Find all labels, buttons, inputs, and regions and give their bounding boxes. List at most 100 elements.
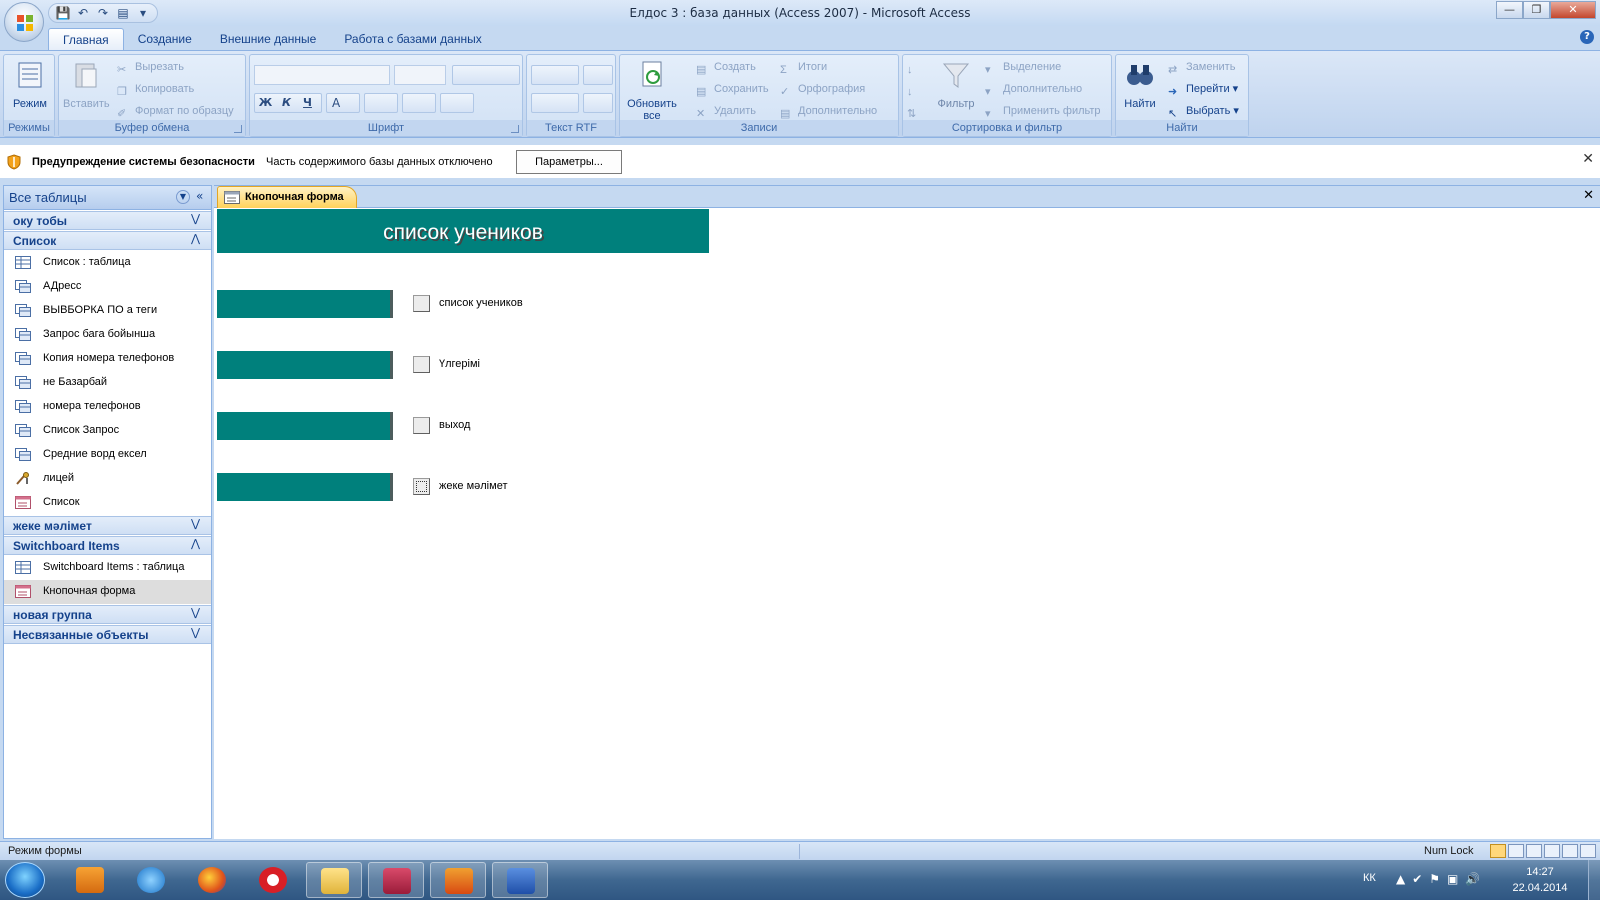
font-launcher-icon[interactable]: [511, 125, 519, 133]
start-button[interactable]: [5, 862, 45, 898]
pivot-chart-view-icon[interactable]: [1544, 844, 1560, 858]
paragraph-button[interactable]: [583, 65, 613, 85]
switchboard-button[interactable]: [413, 356, 430, 373]
alternate-fill-button[interactable]: [440, 93, 474, 113]
list-buttons[interactable]: [531, 93, 579, 113]
view-mode-button[interactable]: Режим: [7, 59, 53, 110]
clock-date[interactable]: 22.04.2014: [1510, 882, 1570, 894]
show-desktop-button[interactable]: [1588, 860, 1600, 900]
document-tab-switchboard[interactable]: Кнопочная форма: [217, 186, 357, 208]
firefox-icon[interactable]: [184, 862, 240, 898]
totals-button[interactable]: Σ Итоги: [780, 57, 827, 77]
nav-item[interactable]: ВЫВБОРКА ПО а теги: [4, 299, 211, 323]
clock-time[interactable]: 14:27: [1510, 866, 1570, 878]
font-color-button[interactable]: А: [326, 93, 360, 113]
copy-button[interactable]: ❐ Копировать: [117, 79, 194, 99]
pivot-table-view-icon[interactable]: [1526, 844, 1542, 858]
tab-external-data[interactable]: Внешние данные: [206, 28, 331, 50]
new-record-button[interactable]: ▤ Создать: [696, 57, 756, 77]
opera-icon[interactable]: [245, 862, 301, 898]
switchboard-button-label[interactable]: список учеников: [439, 297, 523, 309]
indent-buttons[interactable]: [531, 65, 579, 85]
nav-item[interactable]: Список : таблица: [4, 251, 211, 275]
layout-view-icon[interactable]: [1562, 844, 1578, 858]
access-icon[interactable]: [368, 862, 424, 898]
nav-group-spisok[interactable]: Список ⋀: [4, 231, 211, 250]
form-view-icon[interactable]: [1490, 844, 1506, 858]
kaspersky-icon[interactable]: [430, 862, 486, 898]
nav-item[interactable]: номера телефонов: [4, 395, 211, 419]
switchboard-button[interactable]: [413, 417, 430, 434]
media-player-icon[interactable]: [62, 862, 118, 898]
nav-group-oku-toby[interactable]: оку тобы ⋁: [4, 211, 211, 230]
tray-icons[interactable]: ▲✔⚑▣🔊: [1396, 872, 1487, 886]
close-icon[interactable]: ✕: [1583, 188, 1594, 203]
clear-sort-button[interactable]: ⇅: [907, 101, 925, 121]
nav-item[interactable]: Запрос бага бойынша: [4, 323, 211, 347]
word-icon[interactable]: [492, 862, 548, 898]
nav-item[interactable]: Копия номера телефонов: [4, 347, 211, 371]
nav-item[interactable]: АДресс: [4, 275, 211, 299]
save-record-button[interactable]: ▤ Сохранить: [696, 79, 769, 99]
tab-create[interactable]: Создание: [124, 28, 206, 50]
format-painter-button[interactable]: ✐ Формат по образцу: [117, 101, 234, 121]
selection-button[interactable]: ▾ Выделение: [985, 57, 1061, 77]
chevron-down-icon[interactable]: ▼: [176, 190, 190, 204]
refresh-all-button[interactable]: Обновить все: [624, 59, 680, 122]
switchboard-button-focused[interactable]: [413, 478, 430, 495]
nav-item[interactable]: Список Запрос: [4, 419, 211, 443]
explorer-folder-icon[interactable]: [306, 862, 362, 898]
sort-ascending-button[interactable]: ↓: [907, 57, 925, 77]
nav-group-zheke-malimet[interactable]: жеке мәлімет ⋁: [4, 516, 211, 535]
nav-item[interactable]: Список: [4, 491, 211, 515]
help-icon[interactable]: ?: [1580, 30, 1594, 44]
cut-button[interactable]: ✂ Вырезать: [117, 57, 184, 77]
fill-color-button[interactable]: [364, 93, 398, 113]
nav-group-unrelated-objects[interactable]: Несвязанные объекты ⋁: [4, 625, 211, 644]
collapse-pane-icon[interactable]: «: [196, 189, 203, 203]
spelling-button[interactable]: ✓ Орфография: [780, 79, 865, 99]
nav-item[interactable]: лицей: [4, 467, 211, 491]
design-view-icon[interactable]: [1580, 844, 1596, 858]
nav-item-selected[interactable]: Кнопочная форма: [4, 580, 211, 604]
nav-item[interactable]: не Базарбай: [4, 371, 211, 395]
font-name-combo[interactable]: [254, 65, 390, 85]
replace-button[interactable]: ⇄ Заменить: [1168, 57, 1235, 77]
apply-filter-button[interactable]: ▾ Применить фильтр: [985, 101, 1101, 121]
tab-database-tools[interactable]: Работа с базами данных: [330, 28, 495, 50]
switchboard-button-label[interactable]: жеке мәлімет: [439, 480, 507, 492]
nav-item[interactable]: Switchboard Items : таблица: [4, 556, 211, 580]
office-button[interactable]: [4, 2, 44, 42]
highlight-button[interactable]: [583, 93, 613, 113]
close-button[interactable]: ✕: [1550, 1, 1596, 19]
goto-button[interactable]: ➜ Перейти ▾: [1168, 79, 1238, 99]
align-buttons[interactable]: [452, 65, 520, 85]
delete-record-button[interactable]: ✕ Удалить: [696, 101, 756, 121]
switchboard-button-label[interactable]: выход: [439, 419, 470, 431]
italic-button[interactable]: К: [276, 94, 297, 112]
font-size-combo[interactable]: [394, 65, 446, 85]
gridlines-button[interactable]: [402, 93, 436, 113]
tab-home[interactable]: Главная: [48, 28, 124, 50]
filter-button[interactable]: Фильтр: [931, 59, 981, 110]
select-button[interactable]: ↖ Выбрать ▾: [1168, 101, 1239, 121]
security-options-button[interactable]: Параметры...: [516, 150, 622, 174]
underline-button[interactable]: Ч: [297, 94, 318, 112]
datasheet-view-icon[interactable]: [1508, 844, 1524, 858]
switchboard-button[interactable]: [413, 295, 430, 312]
sort-descending-button[interactable]: ↓: [907, 79, 925, 99]
more-records-button[interactable]: ▤ Дополнительно: [780, 101, 877, 121]
nav-item[interactable]: Средние ворд ексел: [4, 443, 211, 467]
maximize-button[interactable]: ❐: [1523, 1, 1550, 19]
minimize-button[interactable]: —: [1496, 1, 1523, 19]
clipboard-launcher-icon[interactable]: [234, 125, 242, 133]
find-button[interactable]: Найти: [1118, 59, 1162, 110]
advanced-filter-button[interactable]: ▾ Дополнительно: [985, 79, 1082, 99]
paste-button[interactable]: Вставить: [63, 59, 110, 110]
close-icon[interactable]: ✕: [1582, 151, 1594, 167]
bold-button[interactable]: Ж: [255, 94, 276, 112]
switchboard-button-label[interactable]: Үлгерімі: [439, 358, 480, 370]
language-indicator[interactable]: КК: [1363, 872, 1376, 884]
nav-group-new-group[interactable]: новая группа ⋁: [4, 605, 211, 624]
nav-group-switchboard-items[interactable]: Switchboard Items ⋀: [4, 536, 211, 555]
